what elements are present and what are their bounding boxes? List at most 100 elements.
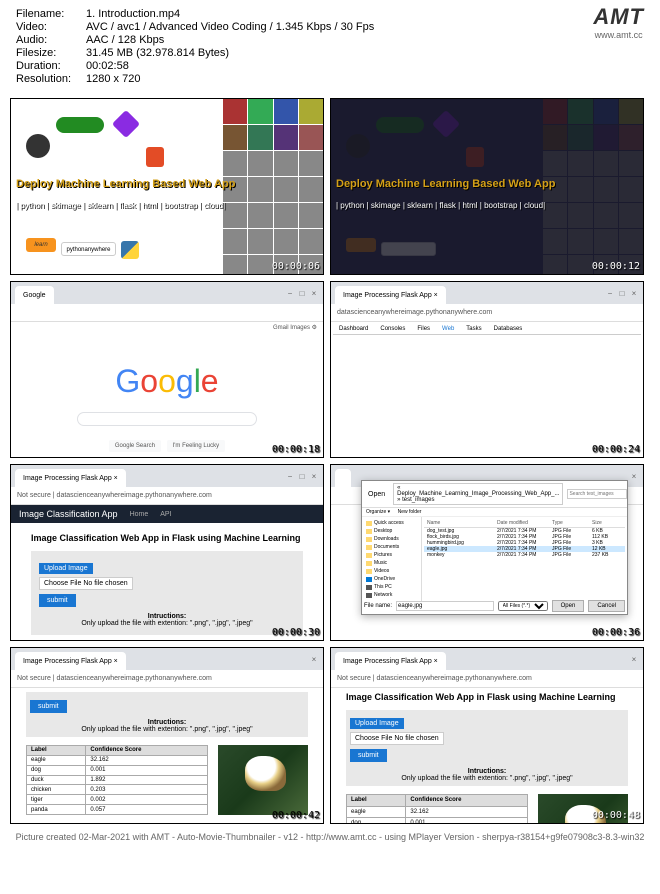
pythonanywhere-badge: pythonanywhere: [61, 242, 116, 256]
google-header: Gmail Images ⚙: [11, 322, 323, 333]
instructions-title: Intructions:: [39, 613, 295, 620]
close-icon[interactable]: ×: [629, 288, 639, 298]
table-row: eagle32.162: [27, 755, 208, 765]
browser-tab[interactable]: Image Processing Flask App ×: [15, 469, 126, 487]
sidebar-music[interactable]: Music: [364, 559, 419, 567]
course-subtitle: | python | skimage | sklearn | flask | h…: [16, 201, 225, 210]
filter-select[interactable]: All Files (*.*): [498, 601, 548, 611]
minimize-icon[interactable]: −: [285, 288, 295, 298]
nav-api[interactable]: API: [160, 511, 171, 518]
sidebar-quick-access[interactable]: Quick access: [364, 519, 419, 527]
tab-web[interactable]: Web: [436, 324, 460, 334]
address-bar[interactable]: Not secure | datascienceanywhereimage.py…: [11, 487, 323, 505]
resolution-value: 1280 x 720: [86, 73, 140, 85]
image-grid: [223, 99, 323, 274]
thumbnail-grid: learn pythonanywhere Deploy Machine Lear…: [0, 94, 660, 828]
thumbnail-3: Google −□× Gmail Images ⚙ Google Google …: [10, 281, 324, 458]
bootstrap-icon: [432, 110, 460, 138]
sidebar-network[interactable]: Network: [364, 591, 419, 599]
dialog-title: Open: [368, 491, 385, 498]
tab-consoles[interactable]: Consoles: [374, 324, 411, 334]
resolution-label: Resolution:: [16, 73, 86, 85]
dialog-titlebar: Open « Deploy_Machine_Learning_Image_Pro…: [362, 481, 627, 508]
submit-button[interactable]: submit: [39, 594, 76, 607]
file-row[interactable]: monkey2/7/2021 7:34 PMJPG File237 KB: [424, 552, 625, 558]
file-info-table: Filename:1. Introduction.mp4 Video:AVC /…: [16, 8, 644, 85]
filename-input[interactable]: [396, 601, 494, 611]
image-grid: [543, 99, 643, 274]
feeling-lucky-button[interactable]: I'm Feeling Lucky: [167, 440, 226, 452]
address-bar[interactable]: Not secure | datascienceanywhereimage.py…: [331, 670, 643, 688]
close-icon[interactable]: ×: [309, 471, 319, 481]
tab-databases[interactable]: Databases: [488, 324, 529, 334]
open-button[interactable]: Open: [552, 600, 585, 612]
address-bar[interactable]: Not secure | datascienceanywhereimage.py…: [11, 670, 323, 688]
close-icon[interactable]: ×: [309, 288, 319, 298]
browser-tab[interactable]: Image Processing Flask App ×: [335, 652, 446, 670]
upload-section: Upload Image Choose File No file chosen …: [31, 551, 303, 635]
address-bar[interactable]: [11, 304, 323, 322]
thumbnail-8: Image Processing Flask App × × Not secur…: [330, 647, 644, 824]
timestamp: 00:00:06: [272, 261, 320, 272]
instructions-title: Intructions:: [30, 719, 304, 726]
close-icon[interactable]: ×: [629, 654, 639, 664]
sidebar-downloads[interactable]: Downloads: [364, 535, 419, 543]
filename-label: File name:: [364, 603, 392, 609]
table-row: tiger0.002: [27, 795, 208, 805]
dialog-path[interactable]: « Deploy_Machine_Learning_Image_Processi…: [393, 483, 563, 505]
submit-button[interactable]: submit: [30, 700, 67, 713]
timestamp: 00:00:48: [592, 810, 640, 821]
timestamp: 00:00:24: [592, 444, 640, 455]
organize-button[interactable]: Organize ▾: [366, 509, 390, 515]
html5-icon: [466, 147, 484, 167]
tab-files[interactable]: Files: [411, 324, 436, 334]
maximize-icon[interactable]: □: [297, 288, 307, 298]
sidebar-documents[interactable]: Documents: [364, 543, 419, 551]
minimize-icon[interactable]: −: [285, 471, 295, 481]
sklearn-badge: [346, 238, 376, 252]
filename-value: 1. Introduction.mp4: [86, 8, 180, 20]
close-icon[interactable]: ×: [629, 471, 639, 481]
google-search-button[interactable]: Google Search: [109, 440, 161, 452]
browser-tab[interactable]: Image Processing Flask App ×: [335, 286, 446, 304]
pythonanywhere-badge: [381, 242, 436, 256]
audio-label: Audio:: [16, 34, 86, 46]
google-logo: Google: [11, 363, 323, 400]
pa-tabs: Dashboard Consoles Files Web Tasks Datab…: [333, 324, 641, 335]
html5-icon: [146, 147, 164, 167]
submit-button[interactable]: submit: [350, 749, 387, 762]
browser-tab[interactable]: [335, 469, 351, 487]
browser-tab[interactable]: Google: [15, 286, 54, 304]
browser-tab[interactable]: Image Processing Flask App ×: [15, 652, 126, 670]
instructions-title: Intructions:: [350, 768, 624, 775]
choose-file-button[interactable]: Choose File No file chosen: [39, 577, 133, 590]
tab-dashboard[interactable]: Dashboard: [333, 324, 374, 334]
dialog-search[interactable]: [567, 489, 627, 499]
sidebar-videos[interactable]: Videos: [364, 567, 419, 575]
choose-file-button[interactable]: Choose File No file chosen: [350, 732, 444, 745]
sidebar-onedrive[interactable]: OneDrive: [364, 575, 419, 583]
duration-label: Duration:: [16, 60, 86, 72]
close-icon[interactable]: ×: [309, 654, 319, 664]
maximize-icon[interactable]: □: [297, 471, 307, 481]
thumbnail-4: Image Processing Flask App × −□× datasci…: [330, 281, 644, 458]
logo-text: AMT: [593, 4, 644, 30]
sidebar-this-pc[interactable]: This PC: [364, 583, 419, 591]
timestamp: 00:00:30: [272, 627, 320, 638]
search-input[interactable]: [77, 412, 257, 426]
maximize-icon[interactable]: □: [617, 288, 627, 298]
file-list: NameDate modifiedTypeSize dog_test.jpg2/…: [422, 517, 627, 610]
address-bar[interactable]: datascienceanywhereimage.pythonanywhere.…: [331, 304, 643, 322]
nav-home[interactable]: Home: [130, 511, 149, 518]
sidebar-desktop[interactable]: Desktop: [364, 527, 419, 535]
tab-tasks[interactable]: Tasks: [460, 324, 487, 334]
browser-tab-bar: Image Processing Flask App × −□×: [331, 282, 643, 304]
python-icon: [121, 241, 139, 259]
upload-label: Upload Image: [39, 563, 93, 574]
cancel-button[interactable]: Cancel: [588, 600, 625, 612]
minimize-icon[interactable]: −: [605, 288, 615, 298]
footer-credit: Picture created 02-Mar-2021 with AMT - A…: [0, 828, 660, 846]
dialog-sidebar: Quick access Desktop Downloads Documents…: [362, 517, 422, 610]
sidebar-pictures[interactable]: Pictures: [364, 551, 419, 559]
new-folder-button[interactable]: New folder: [398, 509, 422, 515]
